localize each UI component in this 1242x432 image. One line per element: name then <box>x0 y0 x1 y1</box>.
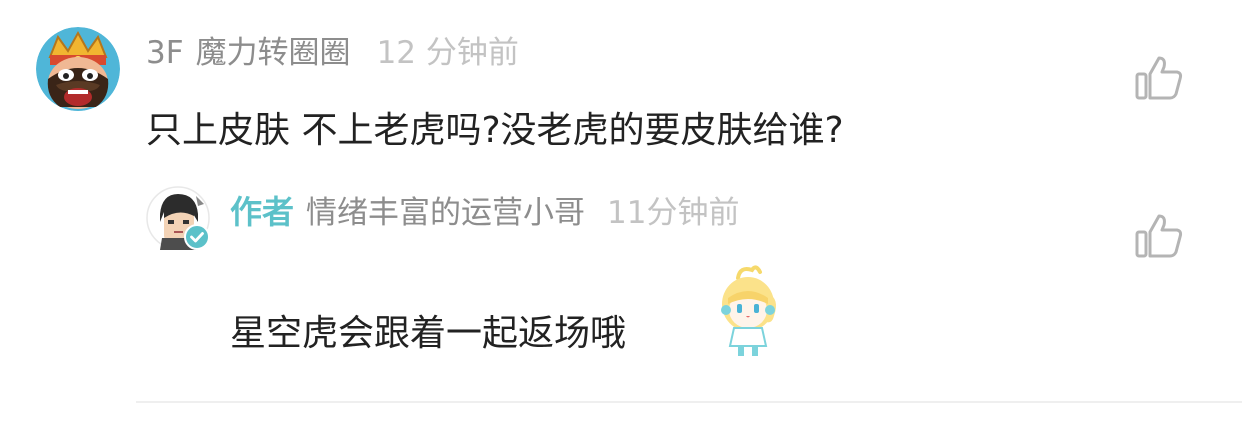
comment-timestamp: 12 分钟前 <box>376 35 519 71</box>
author-username[interactable]: 情绪丰富的运营小哥 <box>306 198 585 229</box>
comment-text: 只上皮肤 不上老虎吗?没老虎的要皮肤给谁? <box>146 110 844 151</box>
reply-meta: 作者 情绪丰富的运营小哥 11分钟前 <box>230 196 739 229</box>
reply-timestamp: 11分钟前 <box>607 195 740 231</box>
author-avatar[interactable] <box>146 186 210 250</box>
thumbs-up-icon <box>1135 214 1183 258</box>
bearded-king-avatar-icon <box>36 27 120 111</box>
sticker-image <box>716 264 780 360</box>
commenter-avatar[interactable] <box>36 27 120 111</box>
girl-sticker-icon <box>721 265 776 356</box>
commenter-username[interactable]: 魔力转圈圈 <box>196 38 351 69</box>
comment-meta: 3F 魔力转圈圈 12 分钟前 <box>146 38 519 69</box>
author-badge: 作者 <box>230 193 295 231</box>
reply-like-button[interactable] <box>1133 210 1185 262</box>
comment-like-button[interactable] <box>1133 52 1185 104</box>
reply-text: 星空虎会跟着一起返场哦 <box>230 313 627 354</box>
verified-check-icon <box>184 224 210 250</box>
floor-number: 3F <box>146 35 184 71</box>
thumbs-up-icon <box>1135 56 1183 100</box>
divider <box>136 401 1242 403</box>
